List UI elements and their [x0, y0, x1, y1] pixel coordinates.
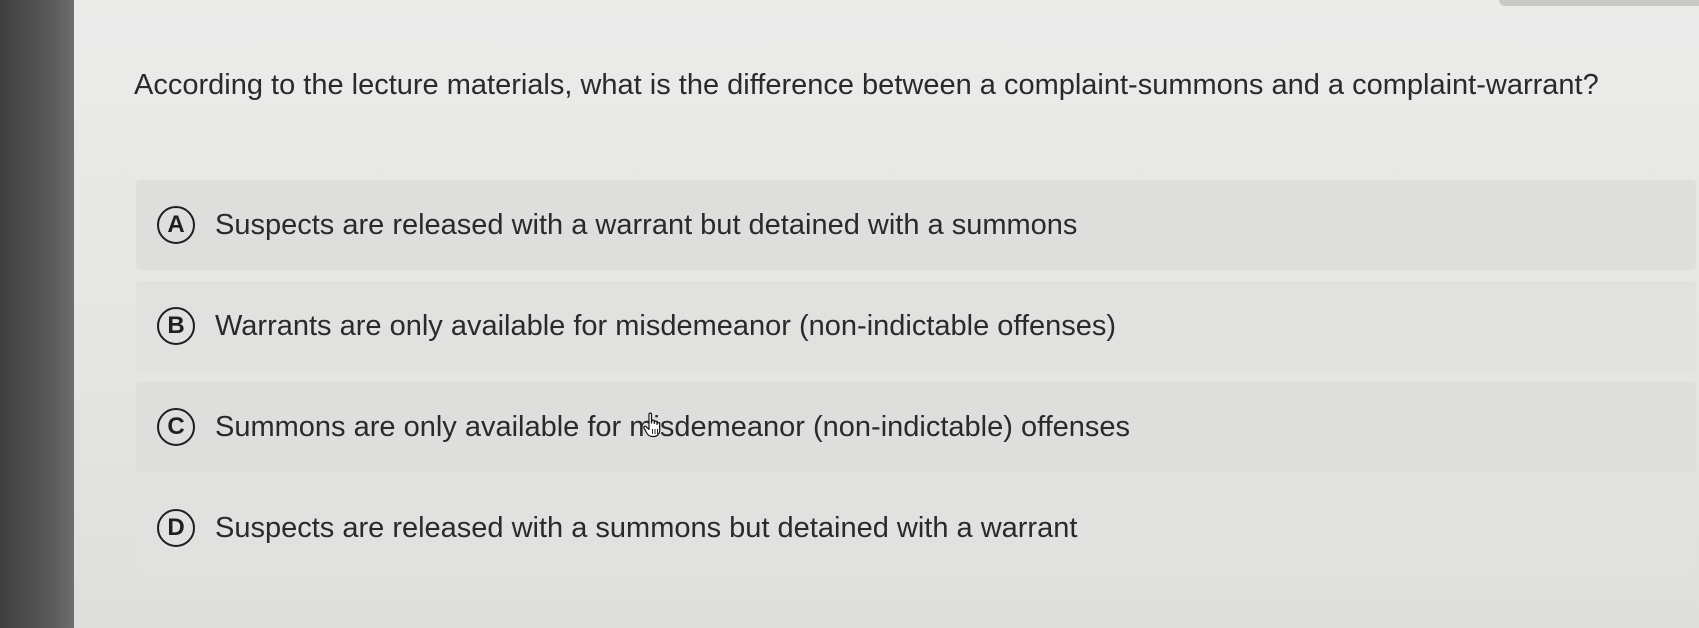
- answer-options: A Suspects are released with a warrant b…: [136, 180, 1696, 584]
- option-c[interactable]: C Summons are only available for misdeme…: [136, 382, 1696, 472]
- option-c-letter: C: [157, 408, 195, 446]
- quiz-screen: According to the lecture materials, what…: [74, 0, 1699, 628]
- option-a[interactable]: A Suspects are released with a warrant b…: [136, 180, 1696, 270]
- question-text: According to the lecture materials, what…: [134, 69, 1599, 101]
- hand-pointer-icon: [643, 412, 661, 438]
- option-d-text: Suspects are released with a summons but…: [215, 512, 1078, 544]
- screen-bezel: [0, 0, 74, 628]
- option-a-letter: A: [157, 206, 195, 244]
- option-b-text: Warrants are only available for misdemea…: [215, 310, 1117, 342]
- option-b-letter: B: [157, 307, 195, 345]
- option-c-text: Summons are only available for misdemean…: [215, 411, 1131, 443]
- option-d[interactable]: D Suspects are released with a summons b…: [136, 483, 1696, 573]
- option-d-letter: D: [157, 509, 195, 547]
- window-edge: [1499, 0, 1699, 6]
- option-b[interactable]: B Warrants are only available for misdem…: [136, 281, 1696, 371]
- option-a-text: Suspects are released with a warrant but…: [215, 209, 1078, 241]
